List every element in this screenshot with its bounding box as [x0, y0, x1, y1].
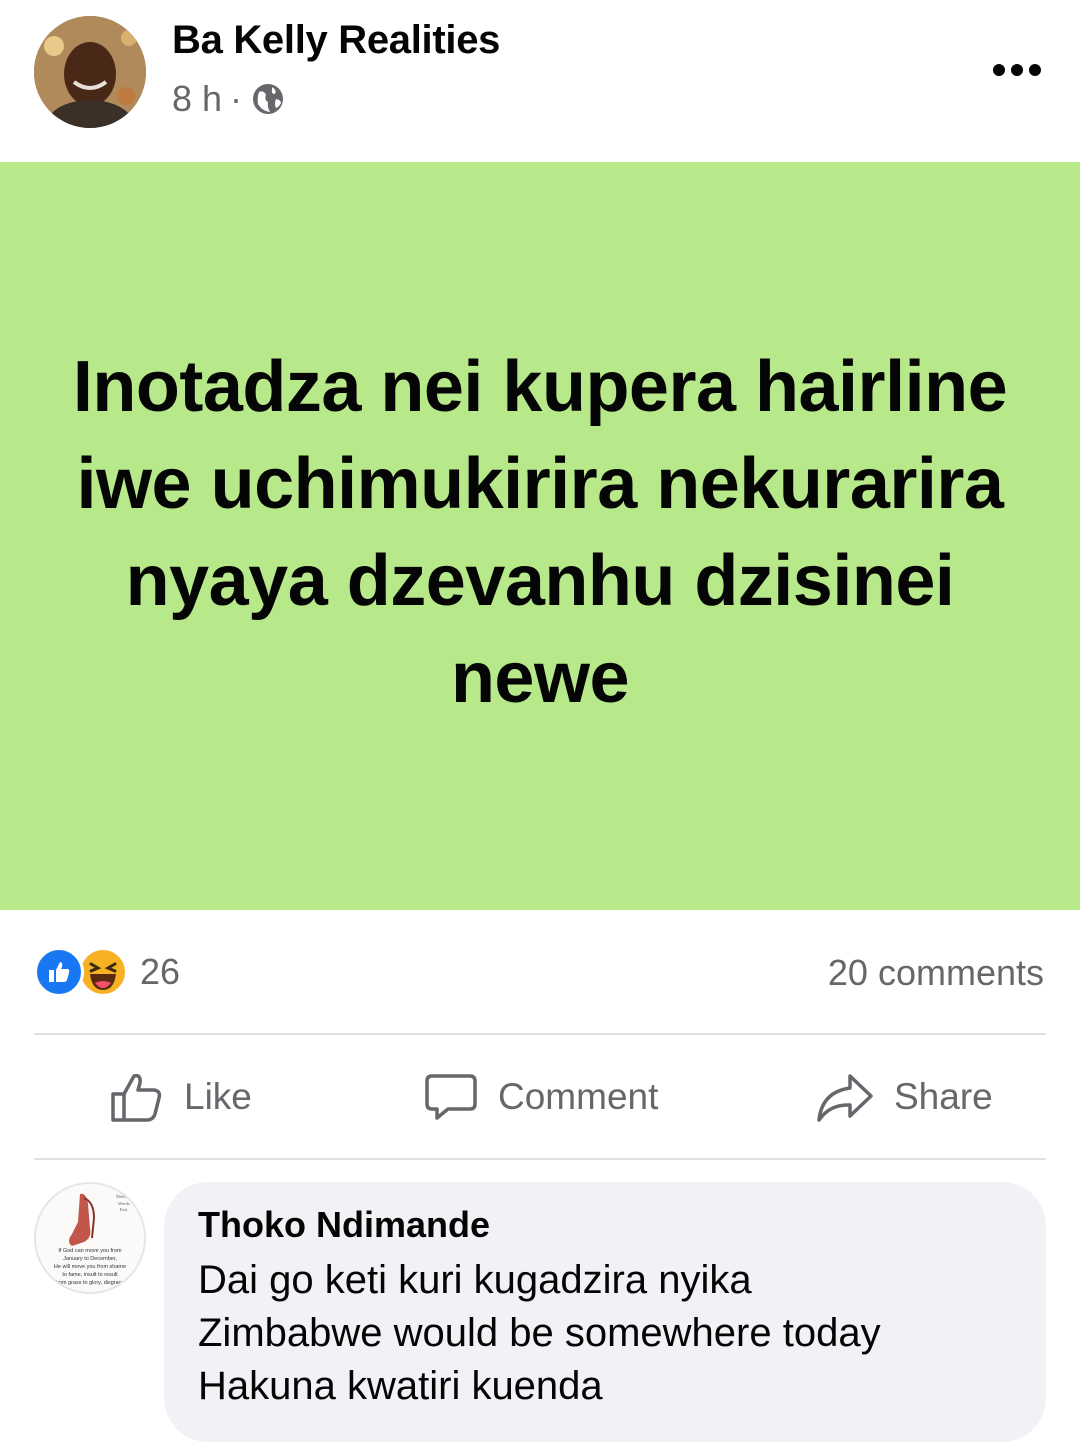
- globe-icon[interactable]: [250, 81, 286, 117]
- share-icon: [817, 1074, 873, 1122]
- divider-top: [34, 1033, 1046, 1035]
- comment-bubble[interactable]: Thoko Ndimande Dai go keti kuri kugadzir…: [164, 1182, 1046, 1442]
- comment-button[interactable]: Comment: [424, 1036, 658, 1158]
- thumbs-up-icon: [111, 1073, 162, 1122]
- like-label: Like: [184, 1076, 252, 1117]
- author-avatar[interactable]: [34, 16, 146, 128]
- post-background[interactable]: Inotadza nei kupera hairline iwe uchimuk…: [0, 162, 1080, 910]
- avatar-line-4: to fame, insult to result: [62, 1272, 118, 1278]
- post-meta: 8 h ·: [172, 76, 286, 122]
- comment-label: Comment: [498, 1076, 659, 1117]
- svg-text:Sweets: Sweets: [116, 1195, 130, 1200]
- action-bar: Like Comment Share: [34, 1036, 1046, 1158]
- post-time[interactable]: 8 h: [172, 78, 222, 120]
- post-header: Ba Kelly Realities 8 h ·: [0, 0, 1080, 162]
- avatar-line-5: from grass to glory, disgrace: [56, 1280, 125, 1286]
- share-button[interactable]: Share: [816, 1036, 993, 1158]
- comment-icon: [425, 1074, 477, 1120]
- avatar-line-3: He will move you from shame: [54, 1264, 126, 1270]
- comment-line: Zimbabwe would be somewhere today: [198, 1311, 881, 1355]
- like-reaction-icon: [34, 947, 84, 997]
- author-name[interactable]: Ba Kelly Realities: [172, 18, 500, 63]
- like-button[interactable]: Like: [110, 1036, 252, 1158]
- comment-text: Dai go keti kuri kugadzira nyika Zimbabw…: [198, 1254, 1012, 1413]
- post-text: Inotadza nei kupera hairline iwe uchimuk…: [72, 347, 1008, 718]
- commenter-avatar[interactable]: Sweets Words Esit If God can move you fr…: [34, 1182, 146, 1294]
- more-options-icon[interactable]: [990, 56, 1044, 84]
- svg-text:Words: Words: [118, 1201, 130, 1206]
- reactions-summary[interactable]: 26: [34, 946, 180, 998]
- comment-line: Dai go keti kuri kugadzira nyika: [198, 1258, 752, 1302]
- share-label: Share: [894, 1076, 993, 1117]
- avatar-line-1: If God can move you from: [58, 1248, 122, 1254]
- svg-text:Esit: Esit: [120, 1207, 128, 1212]
- divider-bottom: [34, 1158, 1046, 1160]
- commenter-name[interactable]: Thoko Ndimande: [198, 1202, 1012, 1248]
- avatar-line-2: January to December,: [63, 1256, 117, 1262]
- meta-separator: ·: [230, 78, 243, 119]
- haha-reaction-icon: [78, 947, 128, 997]
- comment-line: Hakuna kwatiri kuenda: [198, 1364, 603, 1408]
- comments-count[interactable]: 20 comments: [828, 952, 1044, 994]
- reaction-count: 26: [140, 951, 181, 992]
